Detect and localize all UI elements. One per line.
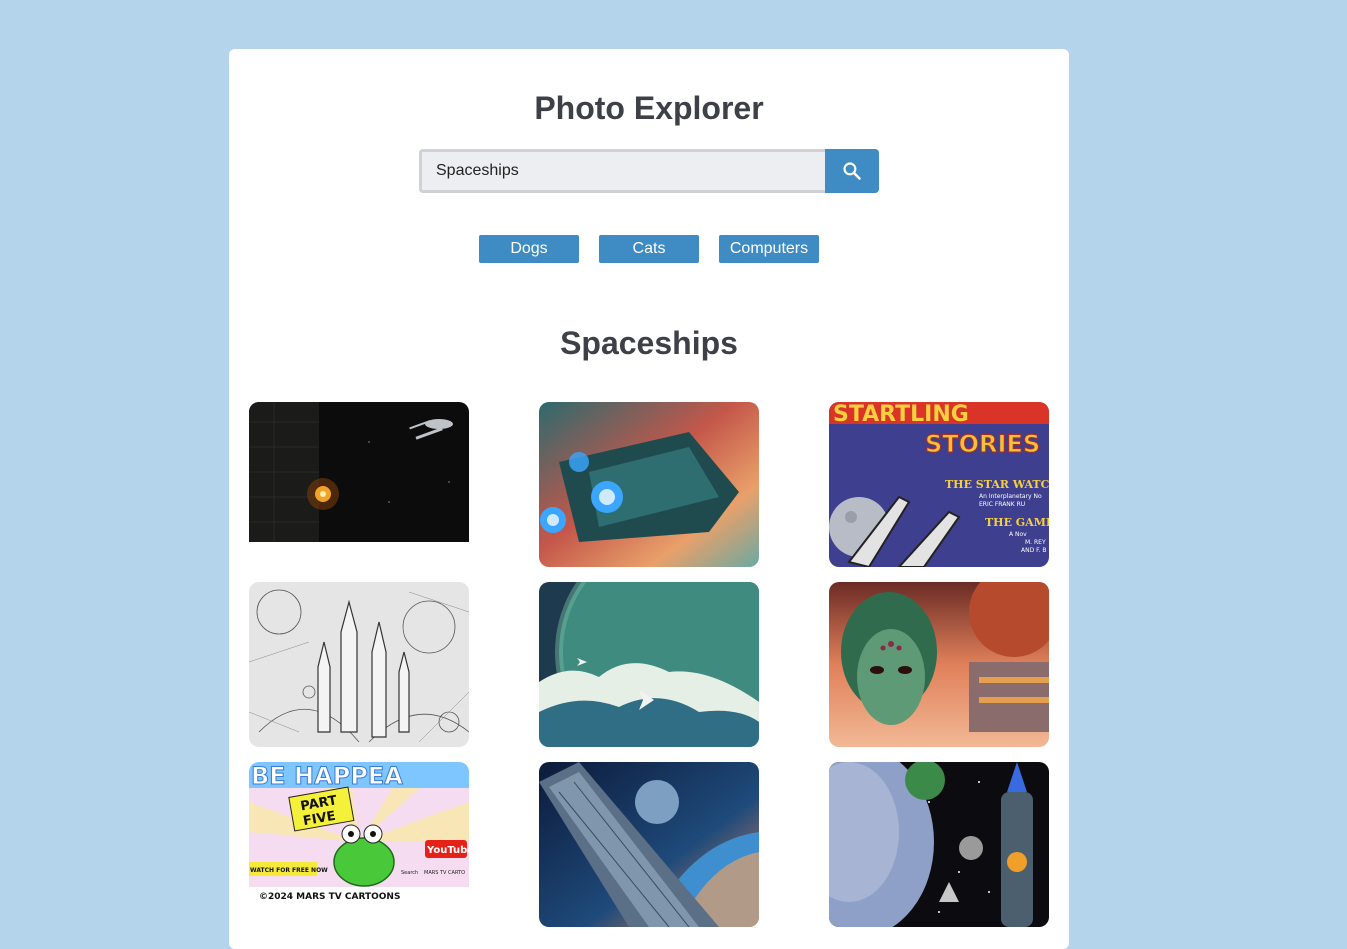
category-button-dogs[interactable]: Dogs	[479, 235, 579, 263]
category-button-computers[interactable]: Computers	[719, 235, 819, 263]
cover-story-2: THE GAMBL	[985, 516, 1049, 529]
cartoon-copyright-text: ©2024 MARS TV CARTOONS	[259, 892, 400, 902]
photo-thumb-6[interactable]	[829, 582, 1049, 747]
page-title: Photo Explorer	[534, 90, 764, 126]
cartoon-search-label: Search	[401, 870, 418, 876]
photo-thumb-7[interactable]: BE HAPPEA PART FIVE WATCH FOR FREE NOW Y…	[249, 762, 469, 902]
photo-thumb-2[interactable]	[539, 402, 759, 567]
cover-subtitle-text: STORIES	[925, 430, 1040, 458]
main-card: Photo Explorer Dogs Cats Computers Space…	[229, 49, 1069, 949]
cover-story-2-author2: AND F. B	[1021, 547, 1047, 554]
category-button-cats[interactable]: Cats	[599, 235, 699, 263]
photo-thumb-4[interactable]	[249, 582, 469, 747]
cartoon-title-text: BE HAPPEA	[251, 762, 403, 790]
results-heading: Spaceships	[560, 325, 738, 361]
photo-thumb-8[interactable]	[539, 762, 759, 927]
search-input[interactable]	[419, 149, 825, 193]
search-icon	[843, 162, 861, 180]
youtube-logo-text: YouTube	[426, 845, 469, 856]
search-bar	[419, 149, 879, 193]
category-chips: Dogs Cats Computers	[479, 235, 819, 263]
cartoon-search-query: MARS TV CARTO	[424, 870, 465, 876]
cover-title-text: STARTLING	[833, 402, 969, 427]
photo-thumb-3[interactable]: STARTLING STORIES THE STAR WATCH An Inte…	[829, 402, 1049, 567]
cover-story-2-sub: A Nov	[1009, 531, 1027, 538]
cartoon-watch-text: WATCH FOR FREE NOW	[250, 867, 328, 874]
cover-story-2-author: M. REY	[1025, 539, 1046, 546]
cover-story-1-sub: An Interplanetary No	[979, 493, 1042, 500]
cover-story-1: THE STAR WATCH	[945, 478, 1049, 491]
photo-thumb-9[interactable]	[829, 762, 1049, 927]
search-button[interactable]	[825, 149, 879, 193]
photo-thumb-5[interactable]	[539, 582, 759, 747]
cover-story-1-author: ERIC FRANK RU	[979, 501, 1025, 508]
photo-thumb-1[interactable]	[249, 402, 469, 542]
